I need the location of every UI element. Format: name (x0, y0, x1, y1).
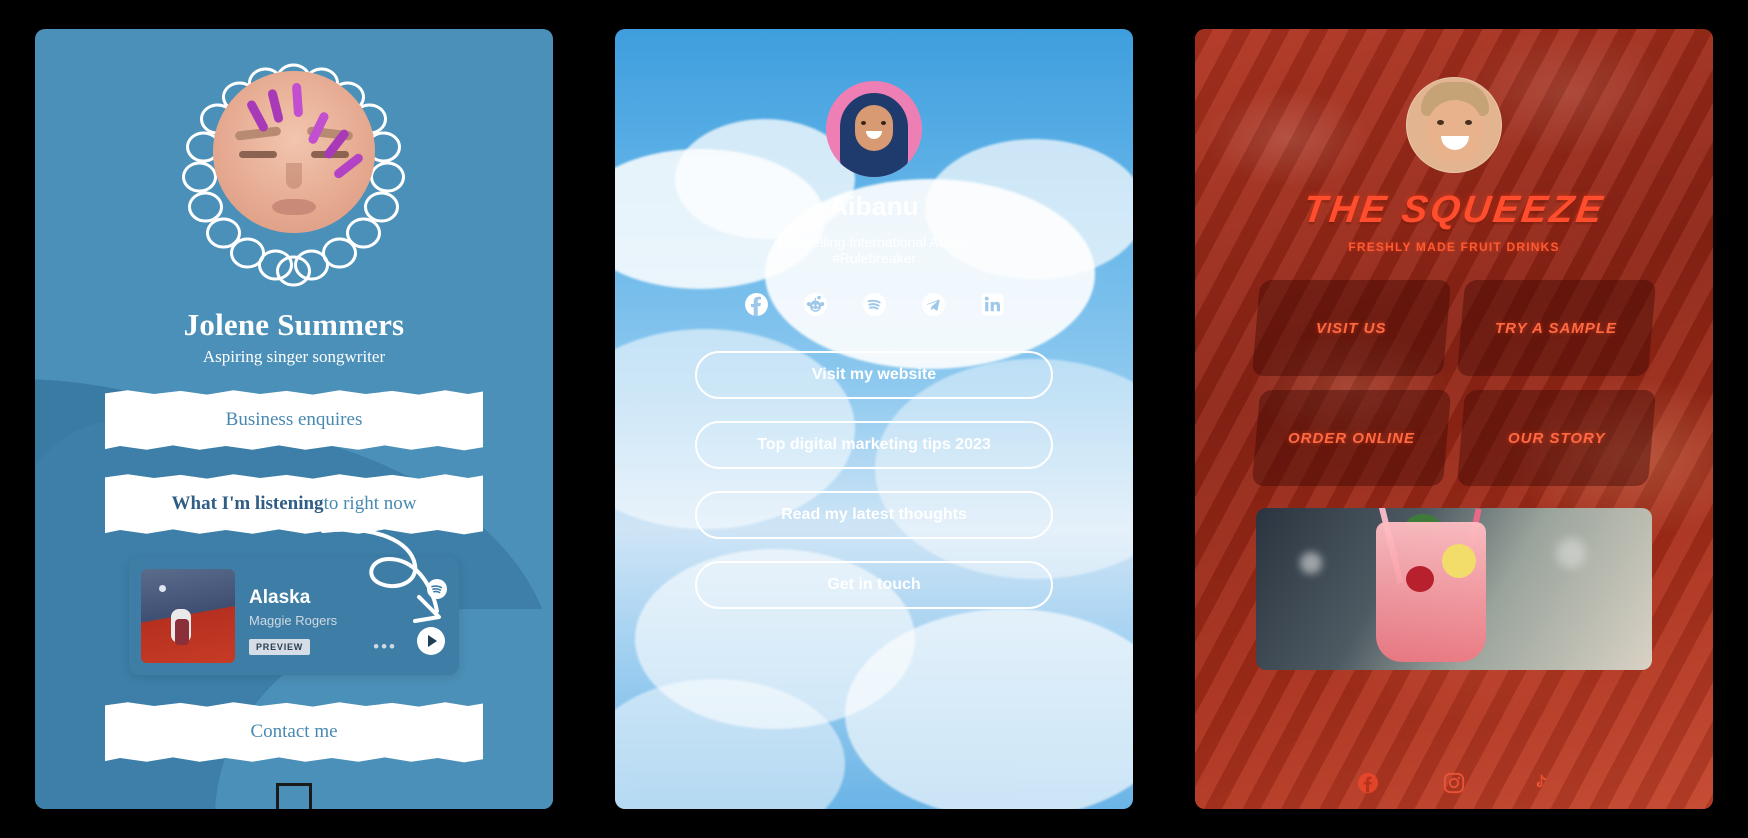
link-button-label-plain: What I'm listening (171, 493, 324, 514)
link-in-bio-card-the-squeeze: THE SQUEEZE FRESHLY MADE FRUIT DRINKS VI… (1195, 29, 1713, 809)
page-title: Jolene Summers (183, 307, 405, 342)
link-in-bio-card-jolene: Jolene Summers Aspiring singer songwrite… (35, 29, 553, 809)
tile-grid: VISIT US TRY A SAMPLE ORDER ONLINE OUR S… (1251, 280, 1657, 486)
tiktok-icon[interactable] (1529, 772, 1551, 799)
link-button-label-highlight: to right now (323, 493, 417, 514)
page-title: THE SQUEEZE (1300, 189, 1608, 231)
instagram-icon[interactable] (1443, 772, 1465, 799)
link-button-label: Visit my website (811, 366, 937, 384)
telegram-icon[interactable] (921, 292, 946, 317)
bio-line-2: #Rulebreaker (831, 250, 917, 267)
reddit-icon[interactable] (803, 292, 828, 317)
link-button-latest-thoughts[interactable]: Read my latest thoughts (695, 491, 1053, 540)
link-button-label: Read my latest thoughts (781, 506, 967, 524)
page-title: Aibanu (829, 191, 919, 221)
track-title: Alaska (249, 587, 311, 608)
tile-visit-us[interactable]: VISIT US (1251, 280, 1452, 376)
link-button-get-in-touch[interactable]: Get in touch (695, 561, 1053, 610)
portrait-illustration (213, 71, 375, 233)
page-subtitle: Aspiring singer songwriter (202, 347, 386, 366)
link-button-label: Top digital marketing tips 2023 (757, 436, 991, 454)
facebook-icon[interactable] (1357, 772, 1379, 799)
tile-order-online[interactable]: ORDER ONLINE (1251, 390, 1452, 486)
avatar (826, 81, 922, 177)
bio-line-1: Bestselling International Author (777, 234, 971, 250)
link-button-label: Business enquires (225, 409, 363, 430)
page-subtitle: FRESHLY MADE FRUIT DRINKS (1348, 240, 1560, 254)
spotify-icon (427, 579, 447, 604)
tile-label: TRY A SAMPLE (1495, 319, 1618, 337)
screenshot-stage: Jolene Summers Aspiring singer songwrite… (0, 0, 1748, 838)
spotify-player-widget[interactable]: Alaska Maggie Rogers PREVIEW ••• (129, 557, 459, 675)
avatar (213, 71, 375, 233)
album-art (141, 569, 235, 663)
link-button-label: Get in touch (827, 576, 921, 594)
tile-label: ORDER ONLINE (1287, 429, 1415, 447)
link-button-listening-now[interactable]: What I'm listening to right now (105, 474, 483, 535)
spotify-icon[interactable] (862, 292, 887, 317)
link-in-bio-card-aibanu: Aibanu Bestselling International Author … (615, 29, 1133, 809)
link-button-visit-website[interactable]: Visit my website (695, 351, 1053, 400)
phone-frame-notch (276, 783, 312, 809)
social-links-row (659, 292, 1089, 317)
footer-social-row (1195, 772, 1713, 799)
ellipsis-icon[interactable]: ••• (373, 637, 397, 657)
play-icon[interactable] (417, 627, 445, 655)
tile-label: VISIT US (1316, 319, 1387, 337)
linkedin-icon[interactable] (980, 292, 1005, 317)
avatar (1406, 77, 1502, 173)
link-button-label: Contact me (250, 721, 338, 742)
tile-try-a-sample[interactable]: TRY A SAMPLE (1456, 280, 1657, 376)
tile-our-story[interactable]: OUR STORY (1456, 390, 1657, 486)
drink-photo (1256, 508, 1652, 670)
tile-label: OUR STORY (1507, 429, 1606, 447)
preview-badge: PREVIEW (249, 639, 311, 655)
track-artist: Maggie Rogers (249, 613, 338, 628)
avatar-doodle-frame (144, 43, 444, 293)
facebook-icon[interactable] (744, 292, 769, 317)
link-button-marketing-tips[interactable]: Top digital marketing tips 2023 (695, 421, 1053, 470)
link-button-business-enquires[interactable]: Business enquires (105, 390, 483, 451)
page-subtitle: Bestselling International Author #Rulebr… (659, 234, 1089, 266)
link-button-contact-me[interactable]: Contact me (105, 702, 483, 763)
